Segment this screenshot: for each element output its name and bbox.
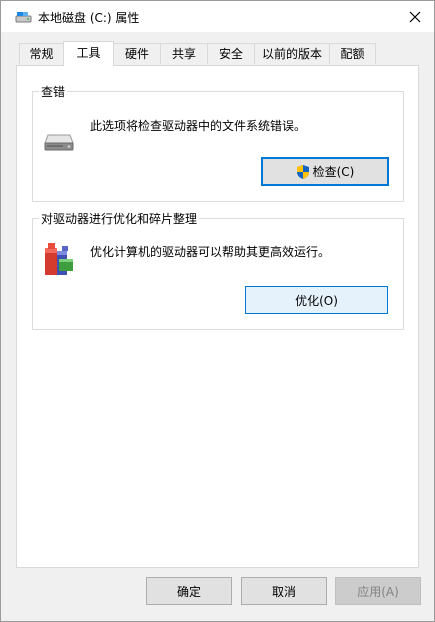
tab-sharing[interactable]: 共享 <box>160 43 208 64</box>
optimize-button-label: 优化(O) <box>295 293 338 308</box>
ok-button[interactable]: 确定 <box>146 577 232 605</box>
tab-general[interactable]: 常规 <box>19 43 64 64</box>
tab-label: 配额 <box>340 47 365 61</box>
error-checking-description: 此选项将检查驱动器中的文件系统错误。 <box>90 119 307 133</box>
tab-quota[interactable]: 配额 <box>329 43 376 64</box>
tab-hardware[interactable]: 硬件 <box>113 43 161 64</box>
cancel-button[interactable]: 取消 <box>241 577 327 605</box>
tab-label: 常规 <box>29 47 54 61</box>
tab-previous-versions[interactable]: 以前的版本 <box>254 43 330 64</box>
optimize-title: 对驱动器进行优化和碎片整理 <box>39 210 200 227</box>
apply-button-label: 应用(A) <box>357 584 399 599</box>
optimize-description: 优化计算机的驱动器可以帮助其更高效运行。 <box>90 245 331 259</box>
window-title: 本地磁盘 (C:) 属性 <box>38 11 140 25</box>
tab-security[interactable]: 安全 <box>207 43 255 64</box>
uac-shield-icon <box>296 164 309 179</box>
tools-tab-panel: 查错 此选项将检查驱动器中的文件系统错误。 检查(C) 对驱动器进行优化和碎片整… <box>16 65 419 568</box>
optimize-button[interactable]: 优化(O) <box>245 286 388 314</box>
tab-tools[interactable]: 工具 <box>63 41 114 66</box>
ok-button-label: 确定 <box>176 584 201 599</box>
title-bar[interactable]: 本地磁盘 (C:) 属性 <box>1 1 434 32</box>
drive-title-icon <box>15 12 32 23</box>
tab-label: 安全 <box>218 47 243 61</box>
hard-drive-icon <box>44 134 74 151</box>
check-button[interactable]: 检查(C) <box>261 157 389 186</box>
error-checking-title: 查错 <box>39 83 68 100</box>
close-icon <box>409 11 420 22</box>
tab-label: 共享 <box>171 47 196 61</box>
tab-label: 硬件 <box>124 47 149 61</box>
close-button[interactable] <box>395 1 434 32</box>
apply-button[interactable]: 应用(A) <box>335 577 421 605</box>
tab-label: 工具 <box>76 46 101 60</box>
defrag-icon <box>45 243 73 275</box>
tab-label: 以前的版本 <box>261 47 322 61</box>
error-checking-group: 查错 此选项将检查驱动器中的文件系统错误。 检查(C) <box>32 83 404 202</box>
properties-dialog: 本地磁盘 (C:) 属性 常规 工具 硬件 共享 安全 以前的版本 配额 查错 <box>0 0 435 622</box>
optimize-group: 对驱动器进行优化和碎片整理 优化计算机的驱动器可以帮助其更高效运行。 优化(O) <box>32 210 404 330</box>
check-button-label: 检查(C) <box>312 165 355 179</box>
cancel-button-label: 取消 <box>271 584 296 599</box>
